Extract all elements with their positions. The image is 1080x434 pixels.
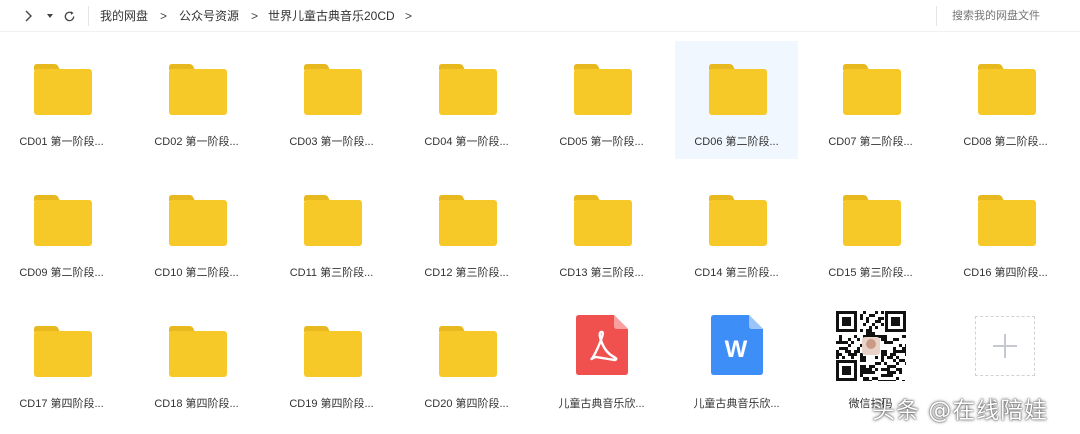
folder-item[interactable]: CD05 第一阶段...	[540, 41, 663, 159]
folder-item[interactable]: CD07 第二阶段...	[809, 41, 932, 159]
folder-item[interactable]: CD14 第三阶段...	[675, 172, 798, 290]
search-input[interactable]	[952, 8, 1072, 24]
file-name-label: CD20 第四阶段...	[424, 398, 509, 410]
file-name-label: CD02 第一阶段...	[154, 136, 239, 148]
file-name-label: CD04 第一阶段...	[424, 136, 509, 148]
folder-icon	[574, 64, 632, 115]
folder-item[interactable]: CD17 第四阶段...	[0, 303, 123, 421]
breadcrumb-separator: >	[251, 9, 259, 23]
file-name-label: CD07 第二阶段...	[828, 136, 913, 148]
breadcrumb-separator: >	[160, 9, 168, 23]
folder-item[interactable]: CD15 第三阶段...	[809, 172, 932, 290]
file-name-label: CD01 第一阶段...	[19, 136, 104, 148]
folder-item[interactable]: CD08 第二阶段...	[944, 41, 1067, 159]
folder-icon	[574, 195, 632, 246]
file-name-label: CD15 第三阶段...	[828, 267, 913, 279]
folder-icon	[34, 326, 92, 377]
file-name-label: CD16 第四阶段...	[963, 267, 1048, 279]
pdf-file-item[interactable]: 儿童古典音乐欣...	[540, 303, 663, 421]
file-name-label: CD09 第二阶段...	[19, 267, 104, 279]
folder-icon	[304, 326, 362, 377]
chevron-right-icon	[25, 10, 32, 22]
folder-icon	[169, 195, 227, 246]
folder-item[interactable]: CD10 第二阶段...	[135, 172, 258, 290]
file-name-label: CD03 第一阶段...	[289, 136, 374, 148]
caret-down-icon	[47, 14, 53, 18]
file-name-label: CD08 第二阶段...	[963, 136, 1048, 148]
folder-icon	[843, 64, 901, 115]
file-name-label: CD13 第三阶段...	[559, 267, 644, 279]
breadcrumb-separator: >	[405, 9, 413, 23]
folder-item[interactable]: CD11 第三阶段...	[270, 172, 393, 290]
qr-code-image	[836, 311, 906, 381]
plus-icon	[993, 334, 1017, 358]
folder-item[interactable]: CD16 第四阶段...	[944, 172, 1067, 290]
file-name-label: CD12 第三阶段...	[424, 267, 509, 279]
refresh-button[interactable]	[61, 6, 77, 26]
folder-icon	[978, 64, 1036, 115]
watermark-text: 头条 @在线陪娃	[872, 398, 1049, 424]
folder-item[interactable]: CD18 第四阶段...	[135, 303, 258, 421]
folder-icon	[439, 195, 497, 246]
folder-item[interactable]: CD09 第二阶段...	[0, 172, 123, 290]
forward-button[interactable]	[20, 6, 36, 26]
folder-icon	[843, 195, 901, 246]
file-name-label: CD17 第四阶段...	[19, 398, 104, 410]
folder-item[interactable]: CD19 第四阶段...	[270, 303, 393, 421]
file-name-label: CD19 第四阶段...	[289, 398, 374, 410]
folder-icon	[978, 195, 1036, 246]
folder-icon	[34, 64, 92, 115]
folder-icon	[304, 195, 362, 246]
folder-icon	[169, 64, 227, 115]
pdf-file-icon	[576, 315, 628, 375]
file-name-label: CD10 第二阶段...	[154, 267, 239, 279]
breadcrumb-item-current-folder[interactable]: 世界儿童古典音乐20CD	[268, 8, 395, 24]
folder-item[interactable]: CD03 第一阶段...	[270, 41, 393, 159]
folder-item[interactable]: CD04 第一阶段...	[405, 41, 528, 159]
folder-item[interactable]: CD02 第一阶段...	[135, 41, 258, 159]
folder-item[interactable]: CD20 第四阶段...	[405, 303, 528, 421]
search-divider	[936, 6, 937, 26]
folder-icon	[439, 326, 497, 377]
breadcrumb-item-resources[interactable]: 公众号资源	[179, 8, 239, 24]
word-file-item[interactable]: W 儿童古典音乐欣...	[675, 303, 798, 421]
top-toolbar: 我的网盘 > 公众号资源 > 世界儿童古典音乐20CD >	[0, 0, 1080, 32]
folder-item[interactable]: CD12 第三阶段...	[405, 172, 528, 290]
folder-item[interactable]: CD13 第三阶段...	[540, 172, 663, 290]
breadcrumb-item-my-drive[interactable]: 我的网盘	[100, 8, 148, 24]
word-glyph: W	[725, 336, 748, 363]
file-name-label: CD06 第二阶段...	[694, 136, 779, 148]
refresh-icon	[64, 10, 74, 21]
file-name-label: 儿童古典音乐欣...	[693, 398, 780, 410]
folder-icon	[439, 64, 497, 115]
add-button[interactable]	[975, 316, 1035, 376]
history-dropdown-button[interactable]	[42, 6, 58, 26]
folder-icon	[169, 326, 227, 377]
file-name-label: 儿童古典音乐欣...	[558, 398, 645, 410]
folder-item[interactable]: CD06 第二阶段...	[675, 41, 798, 159]
word-file-icon: W	[711, 315, 763, 375]
folder-icon	[709, 64, 767, 115]
folder-item[interactable]: CD01 第一阶段...	[0, 41, 123, 159]
file-name-label: CD05 第一阶段...	[559, 136, 644, 148]
toolbar-divider	[88, 6, 89, 26]
folder-icon	[304, 64, 362, 115]
folder-icon	[709, 195, 767, 246]
file-name-label: CD11 第三阶段...	[289, 267, 374, 279]
file-name-label: CD18 第四阶段...	[154, 398, 239, 410]
file-name-label: CD14 第三阶段...	[694, 267, 779, 279]
folder-icon	[34, 195, 92, 246]
